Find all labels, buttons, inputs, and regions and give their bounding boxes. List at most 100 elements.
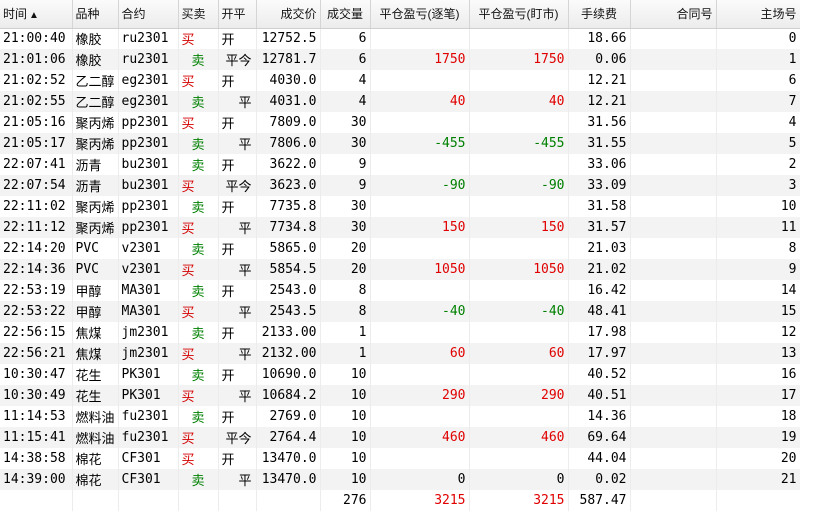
cell-seat-no: 6: [716, 70, 801, 91]
cell-price: 2769.0: [256, 406, 321, 427]
column-header-pnl-mark-to-market[interactable]: 平仓盈亏(盯市): [469, 0, 569, 29]
cell-side: 卖: [178, 49, 219, 70]
cell-fee: 31.55: [568, 133, 631, 154]
totals-empty-cell: [256, 490, 321, 511]
cell-price: 12781.7: [256, 49, 321, 70]
cell-side: 买: [178, 175, 219, 196]
table-row[interactable]: 21:05:17 聚丙烯 pp2301 卖平 7806.0 30 -455 -455 31.55…: [0, 133, 801, 154]
cell-fee: 14.36: [568, 406, 631, 427]
cell-contract-no: [630, 364, 717, 385]
trade-records-table: 时间 ▲ 品种 合约 买卖 开平 成交价 成交量 平仓盈亏(逐笔) 平仓盈亏(盯市…: [0, 0, 801, 511]
cell-contract-no: [630, 175, 717, 196]
cell-pnl-mark-to-market: [469, 448, 569, 469]
column-header-time[interactable]: 时间 ▲: [0, 0, 73, 29]
cell-product: 棉花: [72, 469, 119, 490]
cell-time: 22:56:21: [0, 343, 73, 364]
cell-contract: pp2301: [118, 217, 179, 238]
column-header-price[interactable]: 成交价: [256, 0, 321, 29]
cell-price: 2132.00: [256, 343, 321, 364]
table-row[interactable]: 14:39:00 棉花 CF301 卖平 13470.0 10 0 0 0.02 21: [0, 469, 801, 490]
table-row[interactable]: 21:02:55 乙二醇 eg2301 卖平 4031.0 4 40 40 12.21 7: [0, 91, 801, 112]
table-row[interactable]: 22:07:54 沥青 bu2301 买平今 3623.0 9 -90 -90 33.09 3: [0, 175, 801, 196]
cell-open-close: 平: [218, 301, 257, 322]
cell-quantity: 30: [320, 196, 371, 217]
total-pnl-mark-to-market: 3215: [469, 490, 569, 511]
table-row[interactable]: 22:14:20 PVC v2301 卖开 5865.0 20 21.03 8: [0, 238, 801, 259]
cell-quantity: 10: [320, 385, 371, 406]
cell-side: 买: [178, 70, 219, 91]
table-row[interactable]: 11:15:41 燃料油 fu2301 买平今 2764.4 10 460 460 69.64 1…: [0, 427, 801, 448]
column-header-seat-no[interactable]: 主场号: [716, 0, 801, 29]
column-header-side[interactable]: 买卖: [178, 0, 219, 29]
cell-quantity: 20: [320, 238, 371, 259]
cell-fee: 48.41: [568, 301, 631, 322]
column-header-quantity[interactable]: 成交量: [320, 0, 371, 29]
column-header-contract-no[interactable]: 合同号: [630, 0, 717, 29]
cell-time: 22:14:20: [0, 238, 73, 259]
cell-side: 买: [178, 112, 219, 133]
table-row[interactable]: 21:02:52 乙二醇 eg2301 买开 4030.0 4 12.21 6: [0, 70, 801, 91]
cell-pnl-mark-to-market: [469, 154, 569, 175]
table-row[interactable]: 22:56:15 焦煤 jm2301 卖开 2133.00 1 17.98 12: [0, 322, 801, 343]
cell-seat-no: 16: [716, 364, 801, 385]
cell-side: 卖: [178, 364, 219, 385]
column-header-open-close[interactable]: 开平: [218, 0, 257, 29]
cell-product: 棉花: [72, 448, 119, 469]
cell-pnl-mark-to-market: [469, 28, 569, 49]
table-row[interactable]: 22:11:02 聚丙烯 pp2301 卖开 7735.8 30 31.58 10: [0, 196, 801, 217]
table-row[interactable]: 21:05:16 聚丙烯 pp2301 买开 7809.0 30 31.56 4: [0, 112, 801, 133]
total-quantity: 276: [320, 490, 371, 511]
table-row[interactable]: 22:14:36 PVC v2301 买平 5854.5 20 1050 1050 21.02 9: [0, 259, 801, 280]
table-row[interactable]: 14:38:58 棉花 CF301 买开 13470.0 10 44.04 20: [0, 448, 801, 469]
table-row[interactable]: 22:53:19 甲醇 MA301 卖开 2543.0 8 16.42 14: [0, 280, 801, 301]
table-row[interactable]: 10:30:47 花生 PK301 卖开 10690.0 10 40.52 16: [0, 364, 801, 385]
cell-pnl-per-trade: -40: [370, 301, 470, 322]
cell-side: 卖: [178, 469, 219, 490]
cell-fee: 33.09: [568, 175, 631, 196]
cell-fee: 17.97: [568, 343, 631, 364]
cell-pnl-per-trade: [370, 154, 470, 175]
table-row[interactable]: 11:14:53 燃料油 fu2301 卖开 2769.0 10 14.36 18: [0, 406, 801, 427]
cell-pnl-mark-to-market: -40: [469, 301, 569, 322]
table-row[interactable]: 22:56:21 焦煤 jm2301 买平 2132.00 1 60 60 17.97 13: [0, 343, 801, 364]
cell-product: 甲醇: [72, 301, 119, 322]
cell-contract: pp2301: [118, 112, 179, 133]
cell-seat-no: 17: [716, 385, 801, 406]
table-row[interactable]: 21:01:06 橡胶 ru2301 卖平今 12781.7 6 1750 1750 0.06 1: [0, 49, 801, 70]
table-row[interactable]: 22:53:22 甲醇 MA301 买平 2543.5 8 -40 -40 48.41 15: [0, 301, 801, 322]
cell-pnl-mark-to-market: [469, 70, 569, 91]
table-row[interactable]: 22:11:12 聚丙烯 pp2301 买平 7734.8 30 150 150 31.57 11: [0, 217, 801, 238]
cell-seat-no: 20: [716, 448, 801, 469]
cell-seat-no: 10: [716, 196, 801, 217]
cell-product: 聚丙烯: [72, 133, 119, 154]
empty-area: [800, 0, 820, 511]
column-header-pnl-per-trade[interactable]: 平仓盈亏(逐笔): [370, 0, 470, 29]
cell-time: 10:30:49: [0, 385, 73, 406]
column-header-contract[interactable]: 合约: [118, 0, 179, 29]
cell-time: 22:53:19: [0, 280, 73, 301]
cell-open-close: 平今: [218, 175, 257, 196]
cell-side: 买: [178, 385, 219, 406]
cell-seat-no: 18: [716, 406, 801, 427]
table-row[interactable]: 22:07:41 沥青 bu2301 卖开 3622.0 9 33.06 2: [0, 154, 801, 175]
column-header-product[interactable]: 品种: [72, 0, 119, 29]
cell-fee: 31.56: [568, 112, 631, 133]
cell-product: 甲醇: [72, 280, 119, 301]
cell-time: 22:56:15: [0, 322, 73, 343]
column-header-fee[interactable]: 手续费: [568, 0, 631, 29]
cell-contract: fu2301: [118, 406, 179, 427]
cell-quantity: 4: [320, 91, 371, 112]
cell-fee: 44.04: [568, 448, 631, 469]
cell-seat-no: 12: [716, 322, 801, 343]
table-row[interactable]: 10:30:49 花生 PK301 买平 10684.2 10 290 290 40.51 17: [0, 385, 801, 406]
cell-seat-no: 8: [716, 238, 801, 259]
cell-fee: 21.03: [568, 238, 631, 259]
cell-open-close: 平: [218, 385, 257, 406]
table-row[interactable]: 21:00:40 橡胶 ru2301 买开 12752.5 6 18.66 0: [0, 28, 801, 49]
totals-empty-cell: [0, 490, 73, 511]
cell-product: 聚丙烯: [72, 217, 119, 238]
cell-price: 2543.0: [256, 280, 321, 301]
cell-contract: jm2301: [118, 322, 179, 343]
cell-price: 12752.5: [256, 28, 321, 49]
cell-contract: ru2301: [118, 28, 179, 49]
